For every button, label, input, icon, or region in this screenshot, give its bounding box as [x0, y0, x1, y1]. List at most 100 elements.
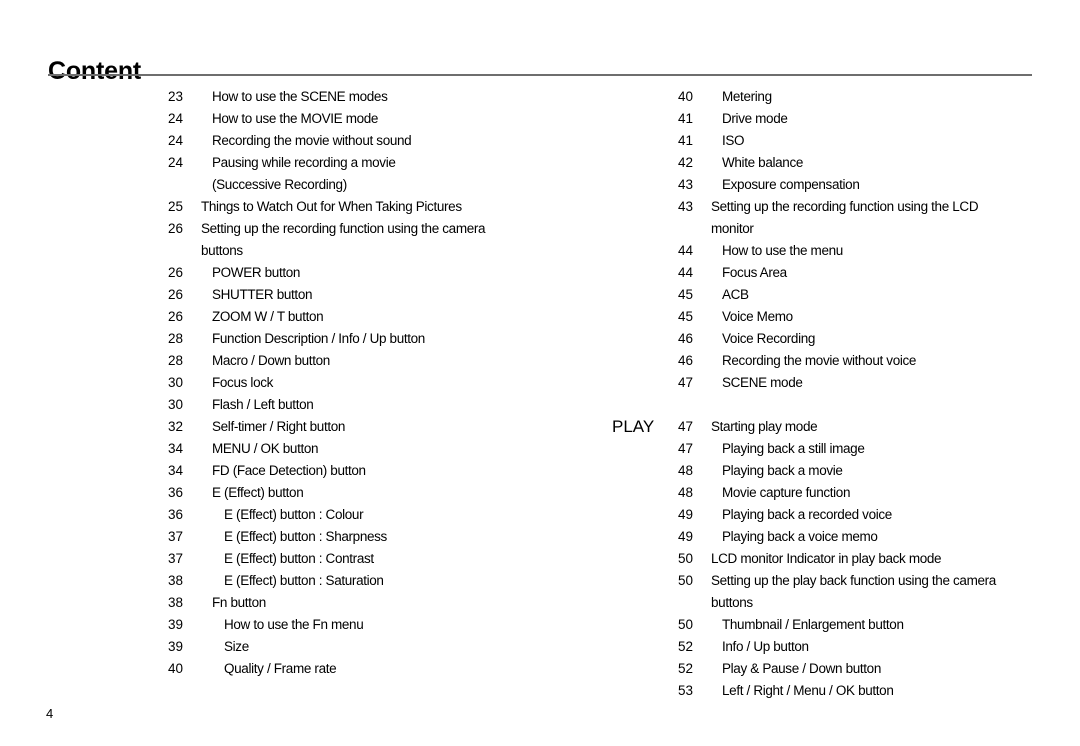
toc-entry[interactable]: 39 Size	[168, 636, 568, 658]
toc-entry-label: Drive mode	[722, 111, 788, 126]
toc-entry-label: Recording the movie without sound	[212, 133, 412, 148]
toc-entry-continuation[interactable]: buttons	[678, 592, 1058, 614]
toc-entry[interactable]: 36 E (Effect) button : Colour	[168, 504, 568, 526]
toc-entry-label: Starting play mode	[711, 419, 818, 434]
toc-page-number: 44	[678, 243, 694, 258]
toc-entry[interactable]: 48 Movie capture function	[678, 482, 1058, 504]
toc-page-number: 43	[678, 177, 694, 192]
toc-entry-label: Focus lock	[212, 375, 274, 390]
toc-entry[interactable]: 37 E (Effect) button : Contrast	[168, 548, 568, 570]
toc-entry[interactable]: 32 Self-timer / Right button	[168, 416, 568, 438]
toc-entry[interactable]: 50 Setting up the play back function usin…	[678, 570, 1058, 592]
toc-entry[interactable]: 38 Fn button	[168, 592, 568, 614]
toc-entry[interactable]: 26 SHUTTER button	[168, 284, 568, 306]
toc-entry[interactable]: 52 Play & Pause / Down button	[678, 658, 1058, 680]
toc-entry-continuation[interactable]: monitor	[678, 218, 1058, 240]
toc-page-number: 41	[678, 133, 694, 148]
toc-page-number: 53	[678, 683, 694, 698]
toc-entry-label: Things to Watch Out for When Taking Pict…	[201, 199, 462, 214]
toc-entry[interactable]: 26 Setting up the recording function usin…	[168, 218, 568, 240]
toc-entry[interactable]: 44 Focus Area	[678, 262, 1058, 284]
toc-page-number: 39	[168, 639, 184, 654]
toc-entry-label: E (Effect) button : Contrast	[224, 551, 374, 566]
toc-entry[interactable]: 47 SCENE mode	[678, 372, 1058, 394]
toc-page-number: 38	[168, 573, 184, 588]
toc-entry[interactable]: 24 Pausing while recording a movie	[168, 152, 568, 174]
toc-entry[interactable]: 24 Recording the movie without sound	[168, 130, 568, 152]
toc-page-number: 44	[678, 265, 694, 280]
toc-entry[interactable]: 34 MENU / OK button	[168, 438, 568, 460]
toc-entry-continuation[interactable]: buttons	[168, 240, 568, 262]
toc-entry[interactable]: 46 Voice Recording	[678, 328, 1058, 350]
toc-entry[interactable]: 45 ACB	[678, 284, 1058, 306]
toc-page-number: 52	[678, 639, 694, 654]
toc-entry[interactable]: 47 Starting play mode	[678, 416, 1058, 438]
toc-entry[interactable]: 38 E (Effect) button : Saturation	[168, 570, 568, 592]
toc-entry[interactable]: 40 Metering	[678, 86, 1058, 108]
toc-entry-label: E (Effect) button : Saturation	[224, 573, 384, 588]
toc-entry[interactable]: 50 Thumbnail / Enlargement button	[678, 614, 1058, 636]
toc-entry-label: POWER button	[212, 265, 301, 280]
toc-page-number: 25	[168, 199, 184, 214]
toc-entry[interactable]: 47 Playing back a still image	[678, 438, 1058, 460]
toc-entry-label: ISO	[722, 133, 745, 148]
toc-entry[interactable]: 24 How to use the MOVIE mode	[168, 108, 568, 130]
toc-entry[interactable]: 28 Macro / Down button	[168, 350, 568, 372]
section-marker-play: PLAY	[612, 417, 655, 436]
toc-entry[interactable]: 28 Function Description / Info / Up butto…	[168, 328, 568, 350]
toc-entry-label: How to use the SCENE modes	[212, 89, 388, 104]
toc-entry-label: Self-timer / Right button	[212, 419, 346, 434]
toc-entry[interactable]: 45 Voice Memo	[678, 306, 1058, 328]
toc-entry-label: Function Description / Info / Up button	[212, 331, 425, 346]
toc-spacer	[678, 394, 1058, 416]
toc-entry[interactable]: 26 POWER button	[168, 262, 568, 284]
toc-entry[interactable]: 39 How to use the Fn menu	[168, 614, 568, 636]
toc-entry-label: How to use the menu	[722, 243, 843, 258]
toc-page-number: 34	[168, 463, 184, 478]
toc-entry[interactable]: 48 Playing back a movie	[678, 460, 1058, 482]
toc-entry[interactable]: 49 Playing back a recorded voice	[678, 504, 1058, 526]
toc-page-number: 37	[168, 551, 184, 566]
toc-page-number: 34	[168, 441, 184, 456]
toc-entry-label: Setting up the recording function using …	[201, 221, 486, 236]
toc-entry-label: Recording the movie without voice	[722, 353, 917, 368]
toc-entry[interactable]: 30 Flash / Left button	[168, 394, 568, 416]
toc-entry[interactable]: 52 Info / Up button	[678, 636, 1058, 658]
toc-page-number: 26	[168, 221, 184, 236]
toc-entry-label: White balance	[722, 155, 803, 170]
toc-entry-label: Setting up the play back function using …	[711, 573, 996, 588]
toc-entry[interactable]: 41 Drive mode	[678, 108, 1058, 130]
toc-entry[interactable]: 49 Playing back a voice memo	[678, 526, 1058, 548]
toc-page-number: 49	[678, 507, 694, 522]
toc-entry[interactable]: 26 ZOOM W / T button	[168, 306, 568, 328]
toc-entry[interactable]: 42 White balance	[678, 152, 1058, 174]
toc-entry[interactable]: 23 How to use the SCENE modes	[168, 86, 568, 108]
toc-entry[interactable]: 30 Focus lock	[168, 372, 568, 394]
toc-entry-label: Playing back a movie	[722, 463, 843, 478]
toc-page-number: 47	[678, 419, 694, 434]
toc-entry-label: Setting up the recording function using …	[711, 199, 979, 214]
toc-entry[interactable]: 46 Recording the movie without voice	[678, 350, 1058, 372]
toc-entry-label: How to use the Fn menu	[224, 617, 364, 632]
toc-page-number: 28	[168, 353, 184, 368]
toc-entry[interactable]: 50 LCD monitor Indicator in play back mod…	[678, 548, 1058, 570]
toc-entry[interactable]: 37 E (Effect) button : Sharpness	[168, 526, 568, 548]
toc-entry-label: Thumbnail / Enlargement button	[722, 617, 904, 632]
toc-entry[interactable]: 44 How to use the menu	[678, 240, 1058, 262]
toc-entry[interactable]: 40 Quality / Frame rate	[168, 658, 568, 680]
toc-entry[interactable]: 43 Exposure compensation	[678, 174, 1058, 196]
toc-page-number: 43	[678, 199, 694, 214]
toc-page-number: 40	[678, 89, 694, 104]
toc-entry[interactable]: 34 FD (Face Detection) button	[168, 460, 568, 482]
toc-entry[interactable]: 41 ISO	[678, 130, 1058, 152]
toc-entry-label: Fn button	[212, 595, 266, 610]
toc-entry[interactable]: 43 Setting up the recording function usin…	[678, 196, 1058, 218]
toc-entry[interactable]: 53 Left / Right / Menu / OK button	[678, 680, 1058, 702]
toc-entry-label: E (Effect) button	[212, 485, 304, 500]
toc-entry-label: Info / Up button	[722, 639, 809, 654]
toc-entry-continuation[interactable]: (Successive Recording)	[168, 174, 568, 196]
toc-entry[interactable]: 36 E (Effect) button	[168, 482, 568, 504]
toc-entry-label: How to use the MOVIE mode	[212, 111, 379, 126]
toc-entry[interactable]: 25 Things to Watch Out for When Taking Pi…	[168, 196, 568, 218]
toc-entry-label: SCENE mode	[722, 375, 803, 390]
